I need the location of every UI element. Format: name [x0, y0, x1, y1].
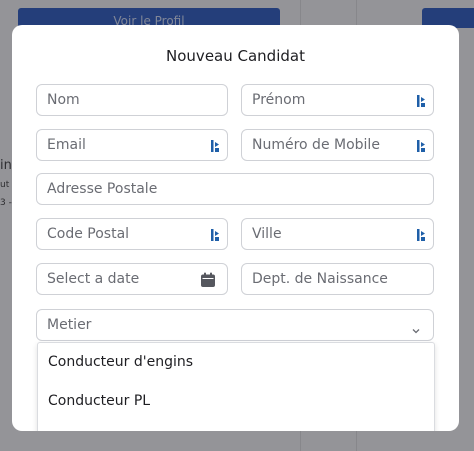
mobile-input[interactable]: Numéro de Mobile — [241, 129, 434, 161]
email-input[interactable]: Email — [36, 129, 228, 161]
new-candidate-modal: Nouveau Candidat Nom Prénom Email Numéro… — [12, 25, 459, 431]
mobile-placeholder: Numéro de Mobile — [252, 137, 380, 153]
prenom-placeholder: Prénom — [252, 92, 306, 108]
password-manager-icon[interactable] — [417, 95, 425, 107]
date-placeholder: Select a date — [47, 271, 140, 287]
calendar-icon[interactable] — [200, 272, 216, 288]
dept-naissance-input[interactable]: Dept. de Naissance — [241, 263, 434, 295]
date-picker-input[interactable]: Select a date — [36, 263, 228, 295]
adresse-input[interactable]: Adresse Postale — [36, 173, 434, 205]
chevron-down-icon[interactable] — [411, 321, 421, 334]
email-placeholder: Email — [47, 137, 86, 153]
code-postal-placeholder: Code Postal — [47, 226, 130, 242]
metier-option[interactable]: Conducteur PL — [48, 393, 150, 409]
metier-option[interactable]: Conducteur d'engins — [48, 354, 193, 370]
password-manager-icon[interactable] — [211, 229, 219, 241]
password-manager-icon[interactable] — [417, 140, 425, 152]
password-manager-icon[interactable] — [417, 229, 425, 241]
dept-naissance-placeholder: Dept. de Naissance — [252, 271, 388, 287]
prenom-input[interactable]: Prénom — [241, 84, 434, 116]
metier-dropdown: Conducteur d'engins Conducteur PL — [37, 342, 435, 431]
nom-input[interactable]: Nom — [36, 84, 228, 116]
ville-input[interactable]: Ville — [241, 218, 434, 250]
nom-placeholder: Nom — [47, 92, 80, 108]
ville-placeholder: Ville — [252, 226, 282, 242]
modal-title: Nouveau Candidat — [166, 47, 305, 65]
metier-placeholder: Metier — [47, 317, 92, 333]
metier-select[interactable]: Metier — [36, 309, 434, 341]
code-postal-input[interactable]: Code Postal — [36, 218, 228, 250]
password-manager-icon[interactable] — [211, 140, 219, 152]
adresse-placeholder: Adresse Postale — [47, 181, 158, 197]
